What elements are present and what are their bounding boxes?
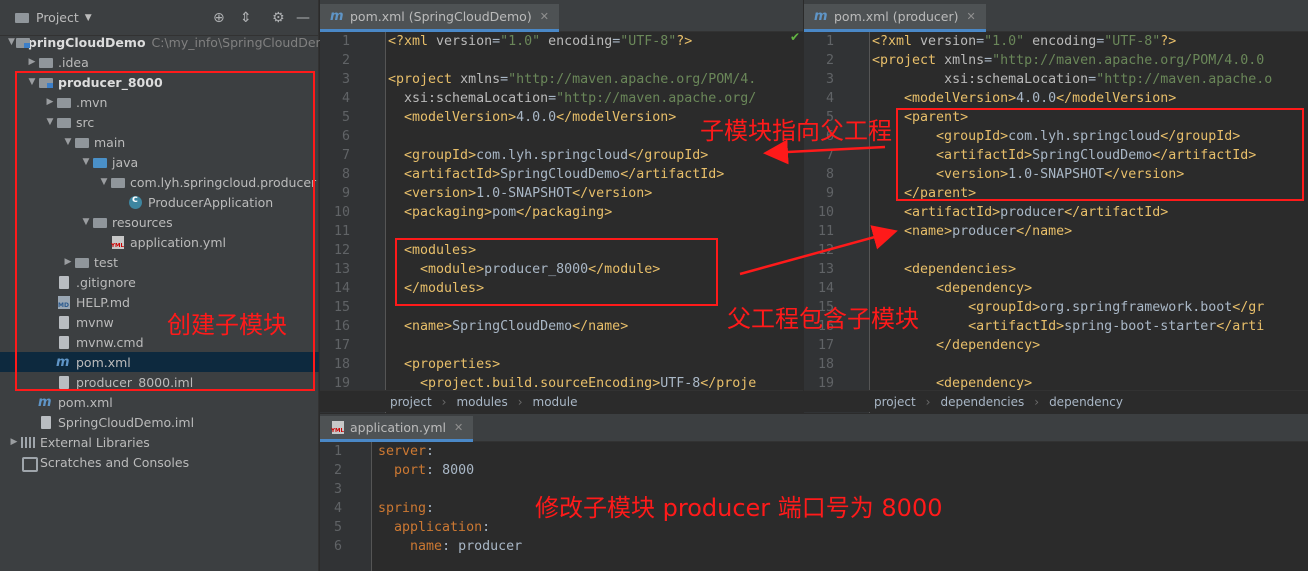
arrow-to-parent-section bbox=[739, 225, 898, 276]
arrow-to-parent-groupid bbox=[763, 139, 886, 165]
annotation-arrows bbox=[739, 139, 898, 276]
